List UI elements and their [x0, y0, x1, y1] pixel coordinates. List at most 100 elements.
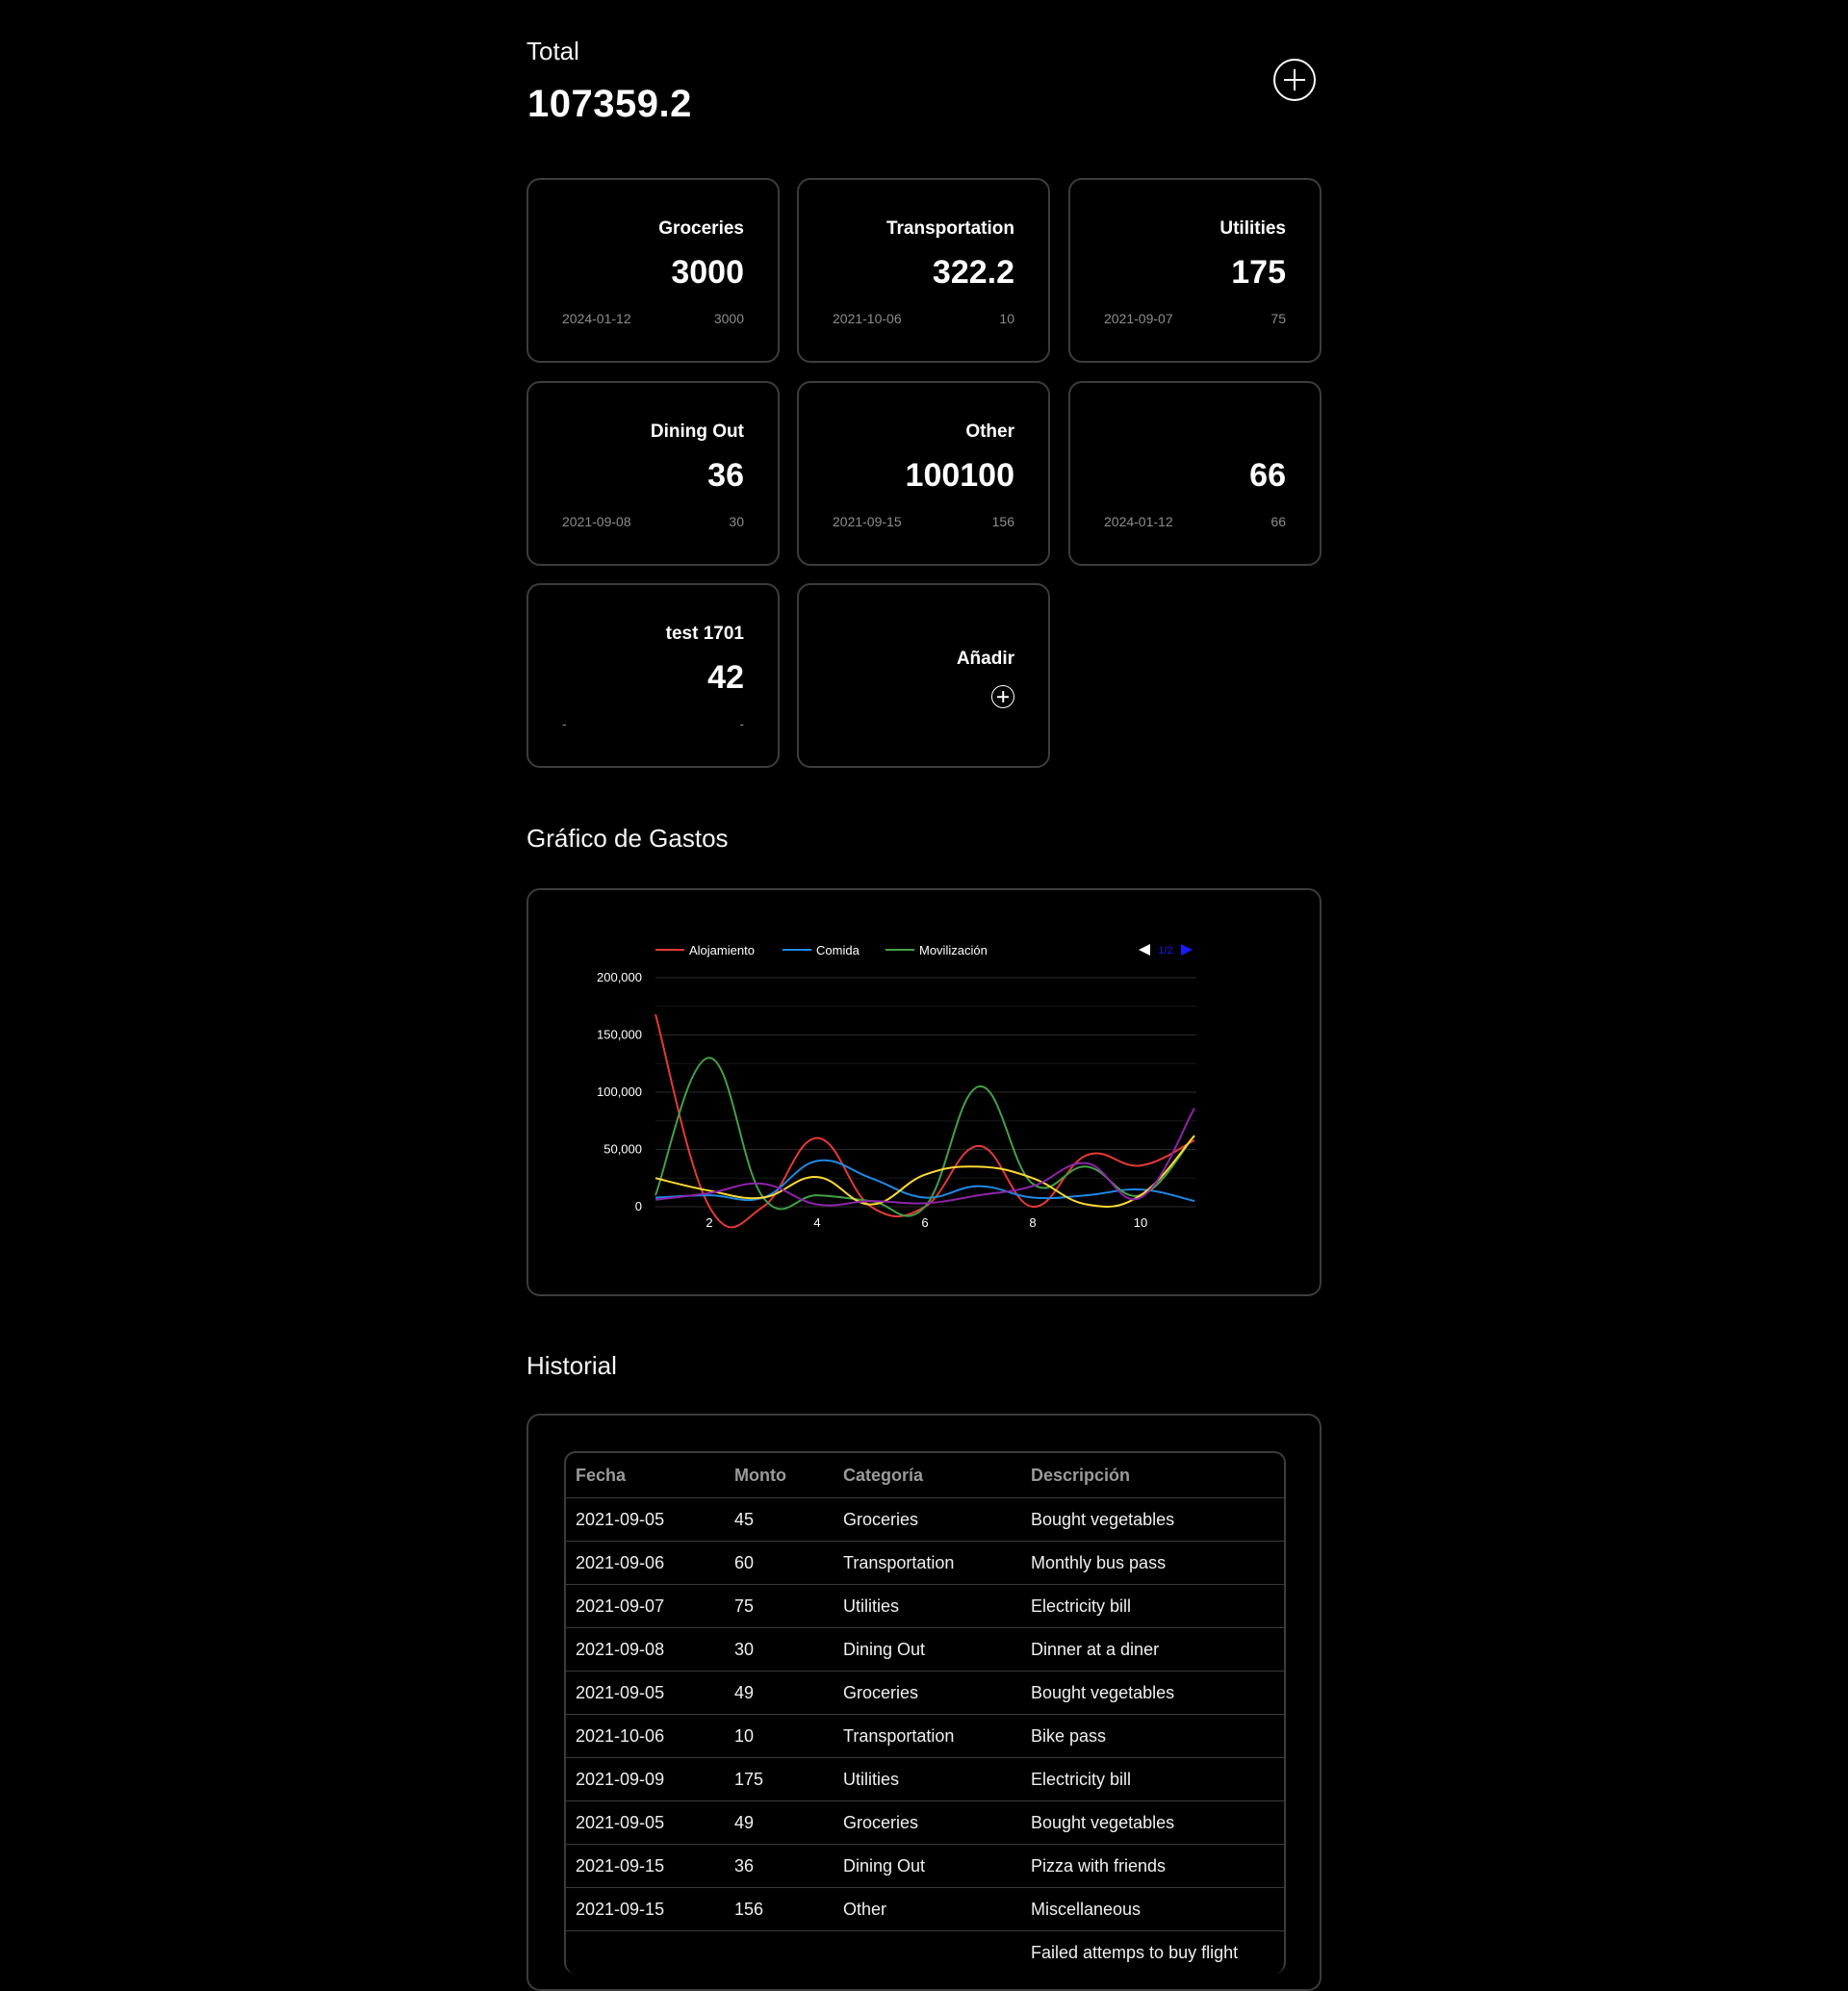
card-date: 2021-10-06: [833, 311, 902, 326]
cell-monto: 75: [725, 1584, 834, 1628]
x-tick-label: 10: [1134, 1215, 1147, 1230]
total-value: 107359.2: [527, 83, 692, 125]
x-tick-label: 6: [921, 1215, 928, 1230]
cell-fecha: 2021-09-15: [566, 1844, 725, 1888]
cell-descripcion: Bought vegetables: [1021, 1497, 1284, 1542]
cell-monto: 60: [725, 1541, 834, 1585]
cell-fecha: 2021-09-08: [566, 1627, 725, 1672]
card-title: test 1701: [665, 624, 744, 644]
category-card-dining-out[interactable]: Dining Out 36 2021-09-08 30: [526, 381, 780, 566]
table-row[interactable]: 2021-10-06 10 Transportation Bike pass: [566, 1714, 1284, 1758]
cell-monto: 49: [725, 1671, 834, 1715]
header-monto[interactable]: Monto: [725, 1453, 834, 1498]
table-row[interactable]: 2021-09-15 36 Dining Out Pizza with friends: [566, 1844, 1284, 1888]
y-tick-label: 200,000: [597, 970, 642, 984]
card-title: Dining Out: [650, 421, 744, 442]
card-last-amount: 30: [729, 514, 744, 529]
cell-fecha: 2021-09-09: [566, 1757, 725, 1801]
cell-categoria: [834, 1930, 1021, 1974]
table-row[interactable]: 2021-09-05 45 Groceries Bought vegetables: [566, 1497, 1284, 1542]
category-card-test-1701[interactable]: test 1701 42 - -: [526, 583, 780, 768]
cell-monto: [725, 1930, 834, 1974]
cell-fecha: 2021-09-15: [566, 1887, 725, 1931]
table-row[interactable]: 2021-09-05 49 Groceries Bought vegetables: [566, 1800, 1284, 1845]
history-table-wrapper: Fecha Monto Categoría Descripción 2021-0…: [564, 1451, 1286, 1974]
category-card-utilities[interactable]: Utilities 175 2021-09-07 75: [1068, 178, 1322, 363]
history-card: Fecha Monto Categoría Descripción 2021-0…: [526, 1414, 1322, 1991]
card-amount: 42: [707, 659, 744, 696]
table-header-row: Fecha Monto Categoría Descripción: [566, 1453, 1284, 1498]
table-row[interactable]: 2021-09-09 175 Utilities Electricity bill: [566, 1757, 1284, 1801]
cell-fecha: 2021-09-05: [566, 1800, 725, 1845]
card-date: 2021-09-07: [1104, 311, 1173, 326]
card-amount: 175: [1231, 254, 1286, 291]
cell-categoria: Groceries: [834, 1800, 1021, 1845]
y-tick-label: 50,000: [603, 1142, 642, 1157]
category-card-groceries[interactable]: Groceries 3000 2024-01-12 3000: [526, 178, 780, 363]
card-last-amount: 75: [1270, 311, 1286, 326]
table-row[interactable]: 2021-09-07 75 Utilities Electricity bill: [566, 1584, 1284, 1628]
card-last-amount: 10: [999, 311, 1014, 326]
cell-categoria: Groceries: [834, 1497, 1021, 1542]
card-date: 2024-01-12: [1104, 514, 1173, 529]
cell-monto: 49: [725, 1800, 834, 1845]
add-category-card[interactable]: Añadir: [797, 583, 1050, 768]
x-tick-label: 8: [1029, 1215, 1036, 1230]
legend-prev-icon[interactable]: [1139, 944, 1150, 956]
card-last-amount: 156: [991, 514, 1014, 529]
series-line-comida: [654, 1159, 1195, 1203]
card-date: 2021-09-15: [833, 514, 902, 529]
card-date: 2024-01-12: [562, 311, 631, 326]
chart-section-title: Gráfico de Gastos: [526, 824, 729, 853]
chart-card: 0 50,000 100,000 150,000 200,000 2 4 6 8 10 Alojam…: [526, 888, 1322, 1296]
card-amount: 36: [707, 457, 744, 494]
cell-monto: 30: [725, 1627, 834, 1672]
cell-fecha: 2021-09-05: [566, 1497, 725, 1542]
card-last-amount: -: [739, 716, 744, 731]
table-body: 2021-09-05 45 Groceries Bought vegetables 20…: [566, 1497, 1284, 1974]
card-amount: 322.2: [932, 254, 1014, 291]
category-cards: Groceries 3000 2024-01-12 3000 Transport…: [526, 178, 1322, 770]
card-date: 2021-09-08: [562, 514, 631, 529]
category-card-unnamed[interactable]: 66 2024-01-12 66: [1068, 381, 1322, 566]
cell-categoria: Other: [834, 1887, 1021, 1931]
header-categoria[interactable]: Categoría: [834, 1453, 1021, 1498]
add-expense-button[interactable]: [1273, 59, 1316, 101]
legend-label: Alojamiento: [689, 943, 755, 957]
card-amount: 100100: [905, 457, 1014, 494]
cell-descripcion: Failed attemps to buy flight: [1021, 1930, 1284, 1974]
add-category-label: Añadir: [956, 649, 1014, 669]
table-row[interactable]: 2021-09-05 49 Groceries Bought vegetables: [566, 1671, 1284, 1715]
legend-label: Movilización: [919, 943, 988, 957]
table-row[interactable]: 2021-09-15 156 Other Miscellaneous: [566, 1887, 1284, 1931]
category-card-other[interactable]: Other 100100 2021-09-15 156: [797, 381, 1050, 566]
table-row[interactable]: 2021-09-06 60 Transportation Monthly bus pa…: [566, 1541, 1284, 1585]
cell-categoria: Utilities: [834, 1584, 1021, 1628]
cell-descripcion: Miscellaneous: [1021, 1887, 1284, 1931]
cell-descripcion: Monthly bus pass: [1021, 1541, 1284, 1585]
cell-categoria: Dining Out: [834, 1627, 1021, 1672]
header-descripcion[interactable]: Descripción: [1021, 1453, 1284, 1498]
card-title: Transportation: [886, 218, 1014, 239]
cell-categoria: Utilities: [834, 1757, 1021, 1801]
cell-descripcion: Electricity bill: [1021, 1757, 1284, 1801]
legend-next-icon[interactable]: [1181, 944, 1193, 956]
plus-circle-icon: [991, 685, 1014, 708]
y-tick-label: 100,000: [597, 1085, 642, 1099]
history-section-title: Historial: [526, 1351, 617, 1380]
cell-categoria: Groceries: [834, 1671, 1021, 1715]
card-title: Groceries: [658, 218, 744, 239]
total-label: Total: [526, 37, 579, 65]
category-card-transportation[interactable]: Transportation 322.2 2021-10-06 10: [797, 178, 1050, 363]
table-row[interactable]: 2021-09-08 30 Dining Out Dinner at a diner: [566, 1627, 1284, 1672]
card-title: Utilities: [1219, 218, 1286, 239]
cell-fecha: 2021-09-06: [566, 1541, 725, 1585]
cell-categoria: Transportation: [834, 1541, 1021, 1585]
cell-categoria: Dining Out: [834, 1844, 1021, 1888]
card-amount: 66: [1249, 457, 1286, 494]
cell-fecha: 2021-10-06: [566, 1714, 725, 1758]
header-fecha[interactable]: Fecha: [566, 1453, 725, 1498]
card-amount: 3000: [671, 254, 744, 291]
y-tick-label: 0: [635, 1199, 642, 1213]
table-row[interactable]: Failed attemps to buy flight: [566, 1930, 1284, 1974]
